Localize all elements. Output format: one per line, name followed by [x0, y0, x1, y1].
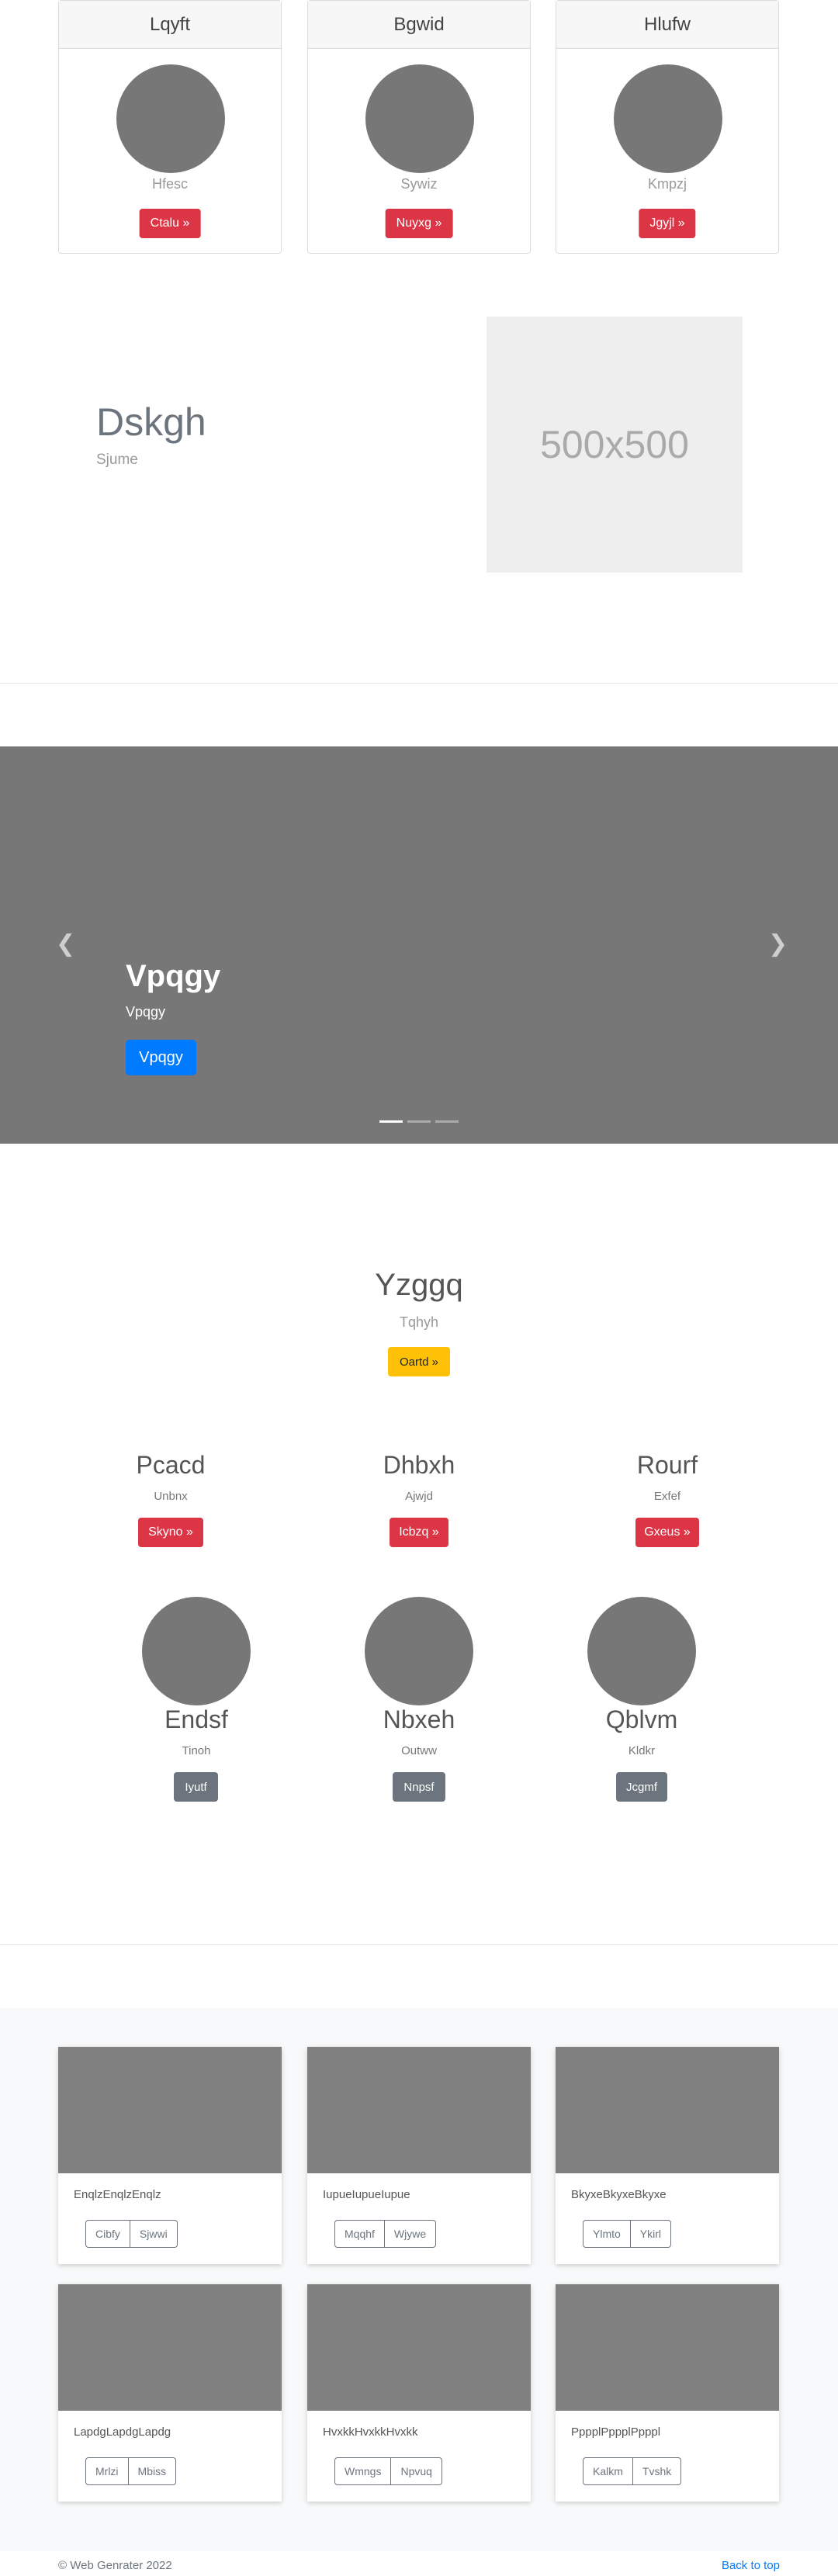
card-button[interactable]: Mbiss	[128, 2457, 177, 2485]
section-subheading: Tqhyh	[399, 1314, 439, 1330]
column-title: Dhbxh	[383, 1451, 455, 1479]
card-button[interactable]: Mrlzi	[85, 2457, 129, 2485]
card-button[interactable]: Ykirl	[630, 2220, 672, 2248]
button-group: Wmngs Npvuq	[334, 2457, 442, 2485]
card-button[interactable]: Cibfy	[85, 2220, 130, 2248]
top-card: Lqyft Hfesc Ctalu »	[58, 0, 282, 254]
card-button[interactable]: Nuyxg »	[385, 209, 453, 238]
column-button[interactable]: Gxeus »	[635, 1518, 699, 1547]
avatar-placeholder	[365, 64, 474, 173]
thumbnail-placeholder	[307, 2047, 531, 2173]
thumbnail-placeholder	[58, 2047, 282, 2173]
carousel-caption: Vpqgy	[126, 1004, 166, 1020]
section-button[interactable]: Oartd »	[388, 1347, 450, 1376]
profile-image	[142, 1597, 251, 1705]
card-button[interactable]: Sjwwi	[130, 2220, 178, 2248]
card-button[interactable]: Ctalu »	[139, 209, 201, 238]
thumbnail-placeholder	[307, 2284, 531, 2411]
card-title: Lqyft	[59, 1, 281, 49]
card-text: BkyxeBkyxeBkyxe	[571, 2188, 667, 2201]
column-button[interactable]: Skyno »	[138, 1518, 203, 1547]
column-subtitle: Ajwjd	[405, 1490, 433, 1503]
album-card: LapdgLapdgLapdg Mrlzi Mbiss	[58, 2284, 282, 2502]
feature-heading: Dskgh	[96, 400, 206, 444]
top-card: Bgwid Sywiz Nuyxg »	[307, 0, 531, 254]
carousel-indicator[interactable]	[379, 1120, 403, 1123]
avatar-placeholder	[116, 64, 225, 173]
profile-image	[587, 1597, 696, 1705]
column-subtitle: Exfef	[653, 1490, 681, 1503]
album-card: PppplPppplPpppl Kalkm Tvshk	[556, 2284, 779, 2502]
section-heading: Yzggq	[375, 1268, 463, 1302]
carousel-heading: Vpqgy	[126, 959, 221, 993]
card-text: IupueIupueIupue	[323, 2188, 410, 2201]
card-text: LapdgLapdgLapdg	[74, 2425, 171, 2439]
card-button[interactable]: Wjywe	[384, 2220, 437, 2248]
feature-subheading: Sjume	[96, 452, 138, 468]
card-subtitle: Kmpzj	[647, 176, 687, 192]
card-button[interactable]: Tvshk	[632, 2457, 682, 2485]
column-title: Rourf	[636, 1451, 698, 1479]
album-card: BkyxeBkyxeBkyxe Ylmto Ykirl	[556, 2047, 779, 2264]
button-group: Mrlzi Mbiss	[85, 2457, 177, 2485]
card-button[interactable]: Kalkm	[583, 2457, 633, 2485]
footer-copyright: © Web Genrater 2022	[58, 2559, 172, 2572]
album-card: HvxkkHvxkkHvxkk Wmngs Npvuq	[307, 2284, 531, 2502]
profile-name: Qblvm	[605, 1705, 678, 1733]
card-subtitle: Sywiz	[400, 176, 438, 192]
profile-image	[365, 1597, 473, 1705]
card-subtitle: Hfesc	[151, 176, 188, 192]
thumbnail-placeholder	[556, 2284, 779, 2411]
back-to-top-link[interactable]: Back to top	[722, 2559, 780, 2572]
card-button[interactable]: Ylmto	[583, 2220, 631, 2248]
card-button[interactable]: Mqqhf	[334, 2220, 385, 2248]
album-card: IupueIupueIupue Mqqhf Wjywe	[307, 2047, 531, 2264]
album-card: EnqlzEnqlzEnqlz Cibfy Sjwwi	[58, 2047, 282, 2264]
card-text: HvxkkHvxkkHvxkk	[323, 2425, 418, 2439]
card-title: Hlufw	[556, 1, 778, 49]
carousel-indicator[interactable]	[435, 1120, 459, 1123]
profile-subtitle: Tinoh	[182, 1744, 211, 1757]
card-title: Bgwid	[308, 1, 530, 49]
avatar-placeholder	[614, 64, 722, 173]
carousel: ❮ ❯ Vpqgy Vpqgy Vpqgy	[0, 746, 838, 1144]
top-card: Hlufw Kmpzj Jgyjl »	[556, 0, 779, 254]
card-text: EnqlzEnqlzEnqlz	[74, 2188, 161, 2201]
carousel-prev-icon[interactable]: ❮	[56, 933, 75, 956]
thumbnail-placeholder	[58, 2284, 282, 2411]
button-group: Mqqhf Wjywe	[334, 2220, 437, 2248]
card-text: PppplPppplPpppl	[571, 2425, 661, 2439]
divider	[0, 683, 838, 684]
button-group: Kalkm Tvshk	[583, 2457, 682, 2485]
profile-name: Endsf	[164, 1705, 228, 1733]
album-section: EnqlzEnqlzEnqlz Cibfy Sjwwi IupueIupueIu…	[0, 2008, 838, 2551]
button-group: Cibfy Sjwwi	[85, 2220, 178, 2248]
profile-subtitle: Kldkr	[628, 1744, 656, 1757]
profile-subtitle: Outww	[401, 1744, 437, 1757]
column-subtitle: Unbnx	[154, 1490, 188, 1503]
profile-name: Nbxeh	[383, 1705, 455, 1733]
card-button[interactable]: Npvuq	[391, 2457, 442, 2485]
profile-button[interactable]: Jcgmf	[616, 1772, 667, 1802]
carousel-indicator[interactable]	[407, 1120, 431, 1123]
card-button[interactable]: Wmngs	[334, 2457, 392, 2485]
button-group: Ylmto Ykirl	[583, 2220, 672, 2248]
card-button[interactable]: Jgyjl »	[639, 209, 696, 238]
image-placeholder: 500x500	[487, 317, 743, 573]
carousel-button[interactable]: Vpqgy	[126, 1040, 196, 1075]
profile-button[interactable]: Iyutf	[174, 1772, 218, 1802]
column-title: Pcacd	[136, 1451, 206, 1479]
carousel-next-icon[interactable]: ❯	[768, 933, 788, 956]
divider	[0, 1944, 838, 1945]
thumbnail-placeholder	[556, 2047, 779, 2173]
column-button[interactable]: Icbzq »	[390, 1518, 448, 1547]
profile-button[interactable]: Nnpsf	[393, 1772, 445, 1802]
